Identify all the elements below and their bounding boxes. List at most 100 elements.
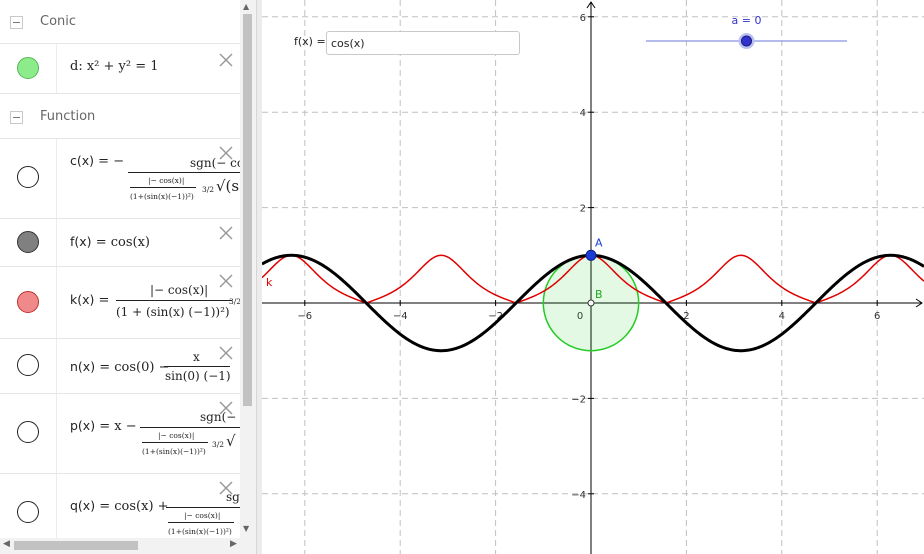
algebra-row-k[interactable]: k(x) = |− cos(x)| (1 + (sin(x) (−1))²) 3… — [0, 267, 240, 339]
close-icon[interactable] — [218, 480, 234, 496]
algebra-row-n[interactable]: n(x) = cos(0) − x sin(0) (−1) — [0, 339, 240, 394]
visibility-toggle-icon[interactable] — [17, 57, 39, 79]
y-tick-label: 4 — [580, 108, 586, 119]
visibility-toggle-icon[interactable] — [17, 501, 39, 523]
group-label: Conic — [40, 14, 77, 29]
x-tick-label: −4 — [393, 311, 408, 322]
input-box-f: f(x) = — [294, 31, 520, 55]
formula-lhs-text: k(x) = — [70, 292, 110, 308]
formula-lhs-text: q(x) = cos(x) + — [70, 498, 169, 514]
formula-num: x — [193, 350, 200, 364]
slider-label: a = 0 — [732, 14, 762, 27]
formula-text: f(x) = cos(x) — [70, 234, 150, 250]
scroll-down-icon[interactable]: ▼ — [243, 524, 249, 533]
collapse-icon[interactable] — [10, 111, 23, 124]
slider-a[interactable]: a = 0 — [646, 14, 847, 49]
scroll-corner — [240, 538, 256, 554]
fraction-bar — [140, 427, 240, 428]
scroll-right-icon[interactable]: ▶ — [230, 539, 237, 549]
formula-lhs: q(x) — [70, 498, 96, 513]
formula-text: c(x) = − — [70, 153, 125, 169]
close-icon[interactable] — [218, 145, 234, 161]
group-label: Function — [40, 109, 96, 124]
formula-lhs: k(x) — [70, 292, 95, 307]
visibility-toggle-icon[interactable] — [17, 231, 39, 253]
visibility-toggle-icon[interactable] — [17, 166, 39, 188]
point-label: A — [595, 236, 603, 249]
graphics-view[interactable]: −6−4−20246642−2−4 k AB a = 0 f(x) = — [262, 0, 924, 554]
algebra-row-c[interactable]: c(x) = − sgn(− cos |− cos(x)| (1+(sin(x)… — [0, 139, 240, 219]
input-label: f(x) = — [294, 35, 326, 48]
group-header-function[interactable]: Function — [0, 95, 240, 139]
y-tick-label: 2 — [580, 204, 586, 215]
formula-text: d: x² + y² = 1 — [70, 59, 159, 74]
formula-rhs-a: x − — [114, 419, 137, 434]
close-icon[interactable] — [218, 273, 234, 289]
fraction-bar — [142, 442, 208, 443]
formula-lhs: n(x) — [70, 359, 96, 374]
function-input-field[interactable] — [326, 31, 520, 55]
scroll-up-icon[interactable]: ▲ — [243, 2, 249, 11]
x-tick-label: −6 — [297, 311, 312, 322]
curve-label-k: k — [266, 276, 273, 289]
scroll-left-icon[interactable]: ◀ — [3, 539, 10, 549]
algebra-row-d[interactable]: d: x² + y² = 1 — [0, 44, 240, 94]
graph-canvas[interactable]: −6−4−20246642−2−4 k AB a = 0 — [262, 0, 924, 554]
visibility-toggle-icon[interactable] — [17, 291, 39, 313]
formula-num: |− cos(x)| — [150, 283, 209, 297]
fraction-bar — [130, 187, 196, 188]
algebra-list: Conic d: x² + y² = 1 Function c(x) = − s… — [0, 0, 240, 538]
row-divider — [56, 394, 57, 473]
point-b-marker — [587, 299, 595, 307]
formula-lhs-text: p(x) = x − — [70, 418, 137, 434]
formula-lhs: f(x) — [70, 234, 92, 249]
y-tick-label: −2 — [571, 394, 586, 405]
horizontal-scroll-thumb[interactable] — [14, 541, 138, 550]
formula-exp: 3/2 — [229, 297, 240, 306]
formula-lhs: c(x) — [70, 153, 95, 168]
row-divider — [56, 139, 57, 218]
algebra-view: Conic d: x² + y² = 1 Function c(x) = − s… — [0, 0, 256, 554]
formula-lhs: p(x) — [70, 418, 96, 433]
algebra-row-p[interactable]: p(x) = x − sgn(− c |− cos(x)| (1+(sin(x)… — [0, 394, 240, 474]
formula-exp: 3/2 — [202, 185, 215, 194]
formula-small-num: |− cos(x)| — [158, 431, 195, 440]
formula-exp: 3/2 — [212, 440, 225, 449]
y-tick-label: −4 — [571, 490, 586, 501]
close-icon[interactable] — [218, 52, 234, 68]
row-divider — [56, 474, 57, 538]
formula-sqrt: √ — [226, 432, 236, 450]
row-divider — [56, 267, 57, 338]
close-icon[interactable] — [218, 225, 234, 241]
close-icon[interactable] — [218, 400, 234, 416]
fraction-bar — [116, 300, 232, 301]
fraction-bar — [166, 507, 240, 508]
row-divider — [56, 44, 57, 93]
row-divider — [56, 339, 57, 393]
algebra-row-f[interactable]: f(x) = cos(x) — [0, 219, 240, 267]
formula-lhs-text: n(x) = cos(0) − — [70, 359, 170, 375]
formula-small-num: |− cos(x)| — [148, 176, 185, 185]
formula-small-den: (1+(sin(x)(−1))²) — [142, 447, 206, 456]
slider-handle[interactable] — [741, 35, 752, 47]
visibility-toggle-icon[interactable] — [17, 421, 39, 443]
x-tick-label: 4 — [779, 311, 785, 322]
fraction-bar — [128, 172, 240, 173]
formula-rhs-a: cos(x) + — [114, 499, 169, 514]
algebra-row-q[interactable]: q(x) = cos(x) + sg |− cos(x)| (1+(sin(x)… — [0, 474, 240, 538]
point-label: B — [595, 288, 603, 301]
formula-rhs-a: cos(0) − — [114, 360, 170, 375]
fraction-bar — [164, 366, 230, 367]
formula-small-den: (1+(sin(x)(−1))²) — [130, 192, 194, 201]
group-header-conic[interactable]: Conic — [0, 0, 240, 44]
visibility-toggle-icon[interactable] — [17, 354, 39, 376]
collapse-icon[interactable] — [10, 16, 23, 29]
vertical-scroll-thumb[interactable] — [243, 14, 252, 406]
x-tick-label: 6 — [874, 311, 880, 322]
formula-den: sin(0) (−1) — [165, 369, 231, 383]
formula-small-num: |− cos(x)| — [184, 511, 221, 520]
formula-small-den: (1+(sin(x)(−1))²) — [168, 527, 232, 536]
y-tick-label: 6 — [580, 13, 586, 24]
close-icon[interactable] — [218, 345, 234, 361]
point-a-marker — [585, 249, 597, 261]
